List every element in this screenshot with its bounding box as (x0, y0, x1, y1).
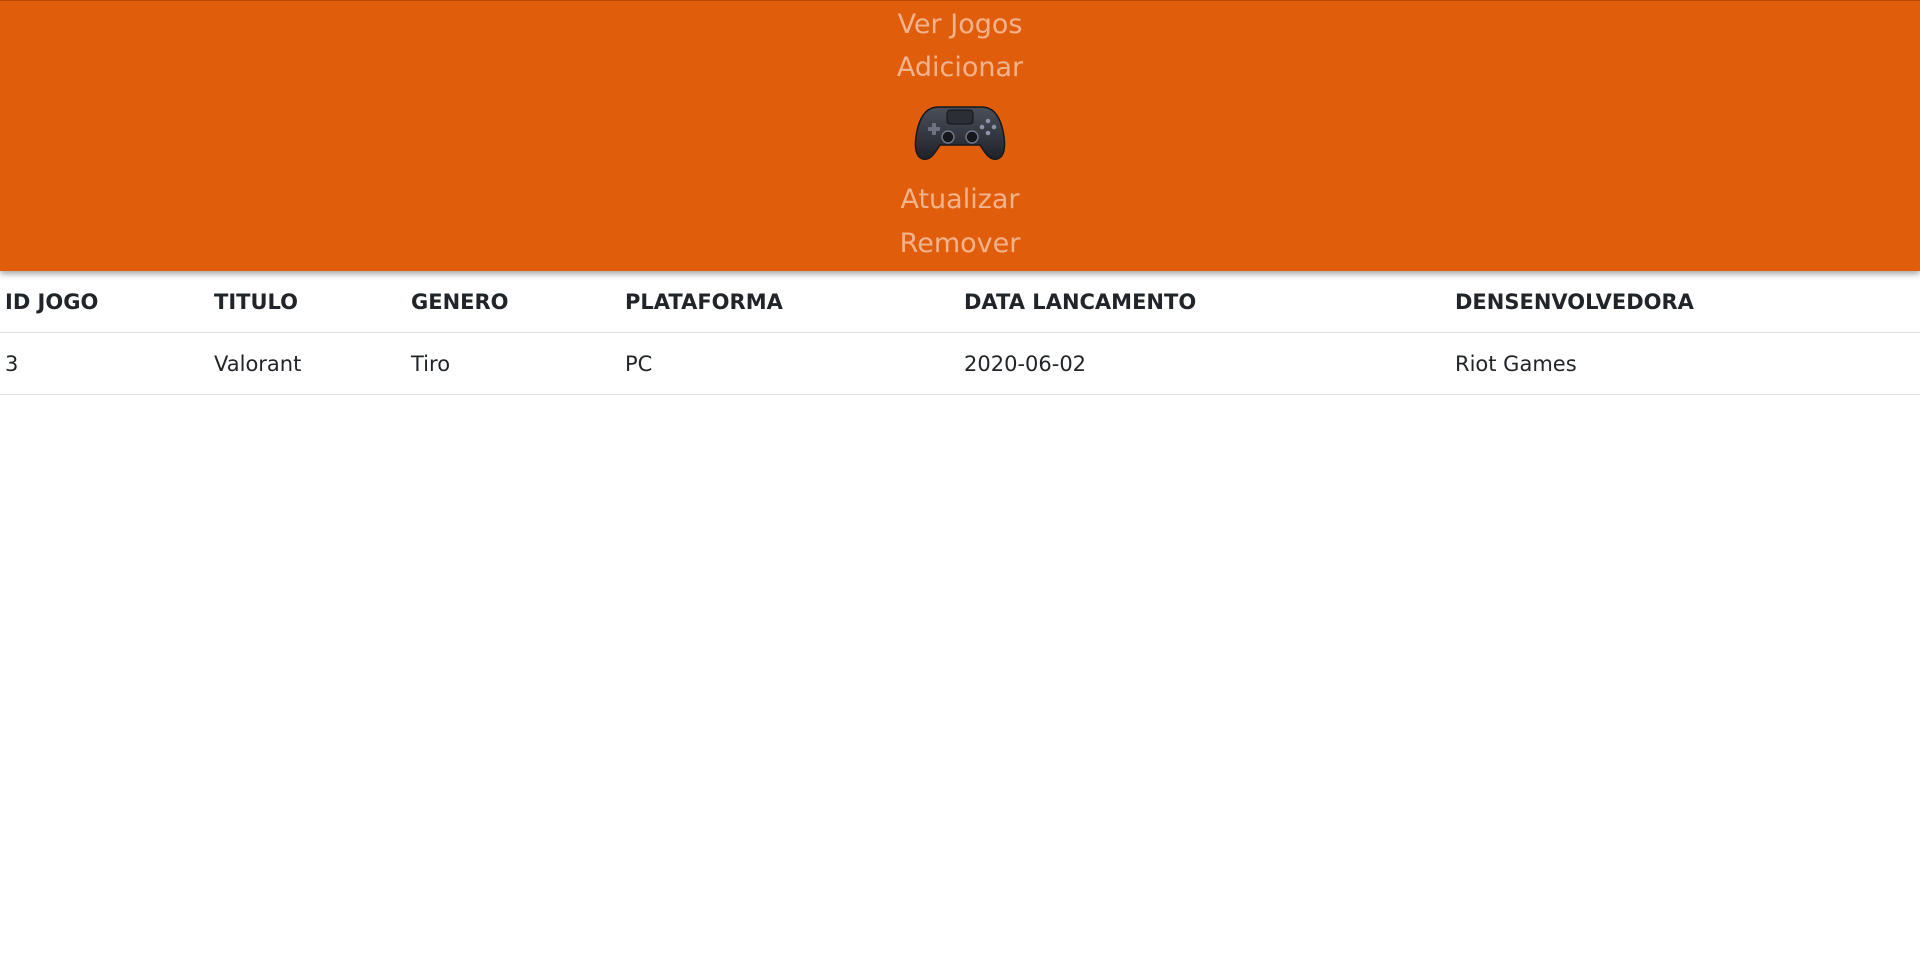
column-header-id-jogo: ID JOGO (0, 271, 209, 333)
cell-id-jogo: 3 (0, 332, 209, 395)
column-header-titulo: TITULO (209, 271, 406, 333)
nav-link-label: Adicionar (896, 52, 1024, 83)
nav-link-adicionar[interactable]: Adicionar (0, 51, 1920, 85)
nav-link-remover[interactable]: Remover (0, 227, 1920, 261)
nav-link-label: Ver Jogos (897, 9, 1023, 40)
gamepad-icon[interactable] (914, 101, 1006, 163)
column-header-plataforma: PLATAFORMA (620, 271, 959, 333)
table-row: 3 Valorant Tiro PC 2020-06-02 Riot Games (0, 332, 1920, 395)
cell-genero: Tiro (406, 332, 620, 395)
top-navbar: Ver Jogos Adicionar Atualizar Remover (0, 0, 1920, 271)
games-table: ID JOGO TITULO GENERO PLATAFORMA DATA LA… (0, 271, 1920, 395)
column-header-data-lancamento: DATA LANCAMENTO (959, 271, 1450, 333)
table-header-row: ID JOGO TITULO GENERO PLATAFORMA DATA LA… (0, 271, 1920, 333)
nav-link-label: Atualizar (900, 184, 1020, 215)
cell-data-lancamento: 2020-06-02 (959, 332, 1450, 395)
cell-plataforma: PC (620, 332, 959, 395)
cell-desenvolvedora: Riot Games (1450, 332, 1920, 395)
column-header-genero: GENERO (406, 271, 620, 333)
nav-link-atualizar[interactable]: Atualizar (0, 183, 1920, 217)
cell-titulo: Valorant (209, 332, 406, 395)
nav-link-label: Remover (899, 228, 1021, 259)
nav-link-ver-jogos[interactable]: Ver Jogos (0, 8, 1920, 42)
column-header-desenvolvedora: DENSENVOLVEDORA (1450, 271, 1920, 333)
